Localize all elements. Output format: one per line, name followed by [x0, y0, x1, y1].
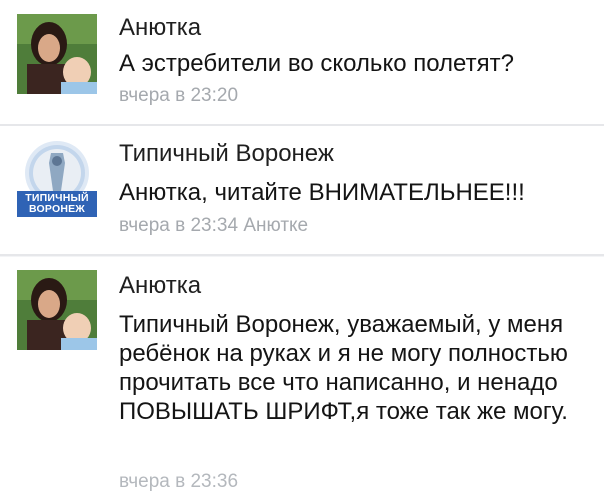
comment-author[interactable]: Типичный Воронеж: [119, 140, 594, 168]
comment-divider-shadow: [0, 256, 604, 257]
comment-text: Анютка, читайте ВНИМАТЕЛЬНЕЕ!!!: [119, 179, 525, 206]
comment-text: А эстребители во сколько полетят?: [119, 50, 514, 77]
comment-meta: вчера в 23:34 Анютке: [119, 214, 594, 238]
comment-item: Анютка А эстребители во сколько полетят?…: [0, 0, 604, 124]
avatar-caption: ТИПИЧНЫЙ ВОРОНЕЖ: [25, 192, 89, 215]
comment-item: ТИПИЧНЫЙ ВОРОНЕЖ Типичный Воронеж Анютка…: [0, 126, 604, 254]
reply-to-link[interactable]: Анютке: [243, 215, 308, 236]
avatar[interactable]: ТИПИЧНЫЙ ВОРОНЕЖ: [17, 139, 97, 219]
comment-timestamp[interactable]: вчера в 23:20: [119, 84, 594, 108]
avatar[interactable]: [17, 14, 97, 94]
comment-timestamp[interactable]: вчера в 23:34: [119, 215, 238, 236]
user-photo-avatar: [17, 270, 97, 350]
avatar[interactable]: [17, 270, 97, 350]
comment-author[interactable]: Анютка: [119, 272, 569, 300]
comment-author[interactable]: Анютка: [119, 14, 594, 42]
comment-item: Анютка Типичный Воронеж, уважаемый, у ме…: [0, 258, 604, 483]
comment-text: Типичный Воронеж, уважаемый, у меня ребё…: [119, 311, 568, 425]
user-photo-avatar: [17, 14, 97, 94]
comment-timestamp[interactable]: вчера в 23:36: [119, 470, 238, 494]
